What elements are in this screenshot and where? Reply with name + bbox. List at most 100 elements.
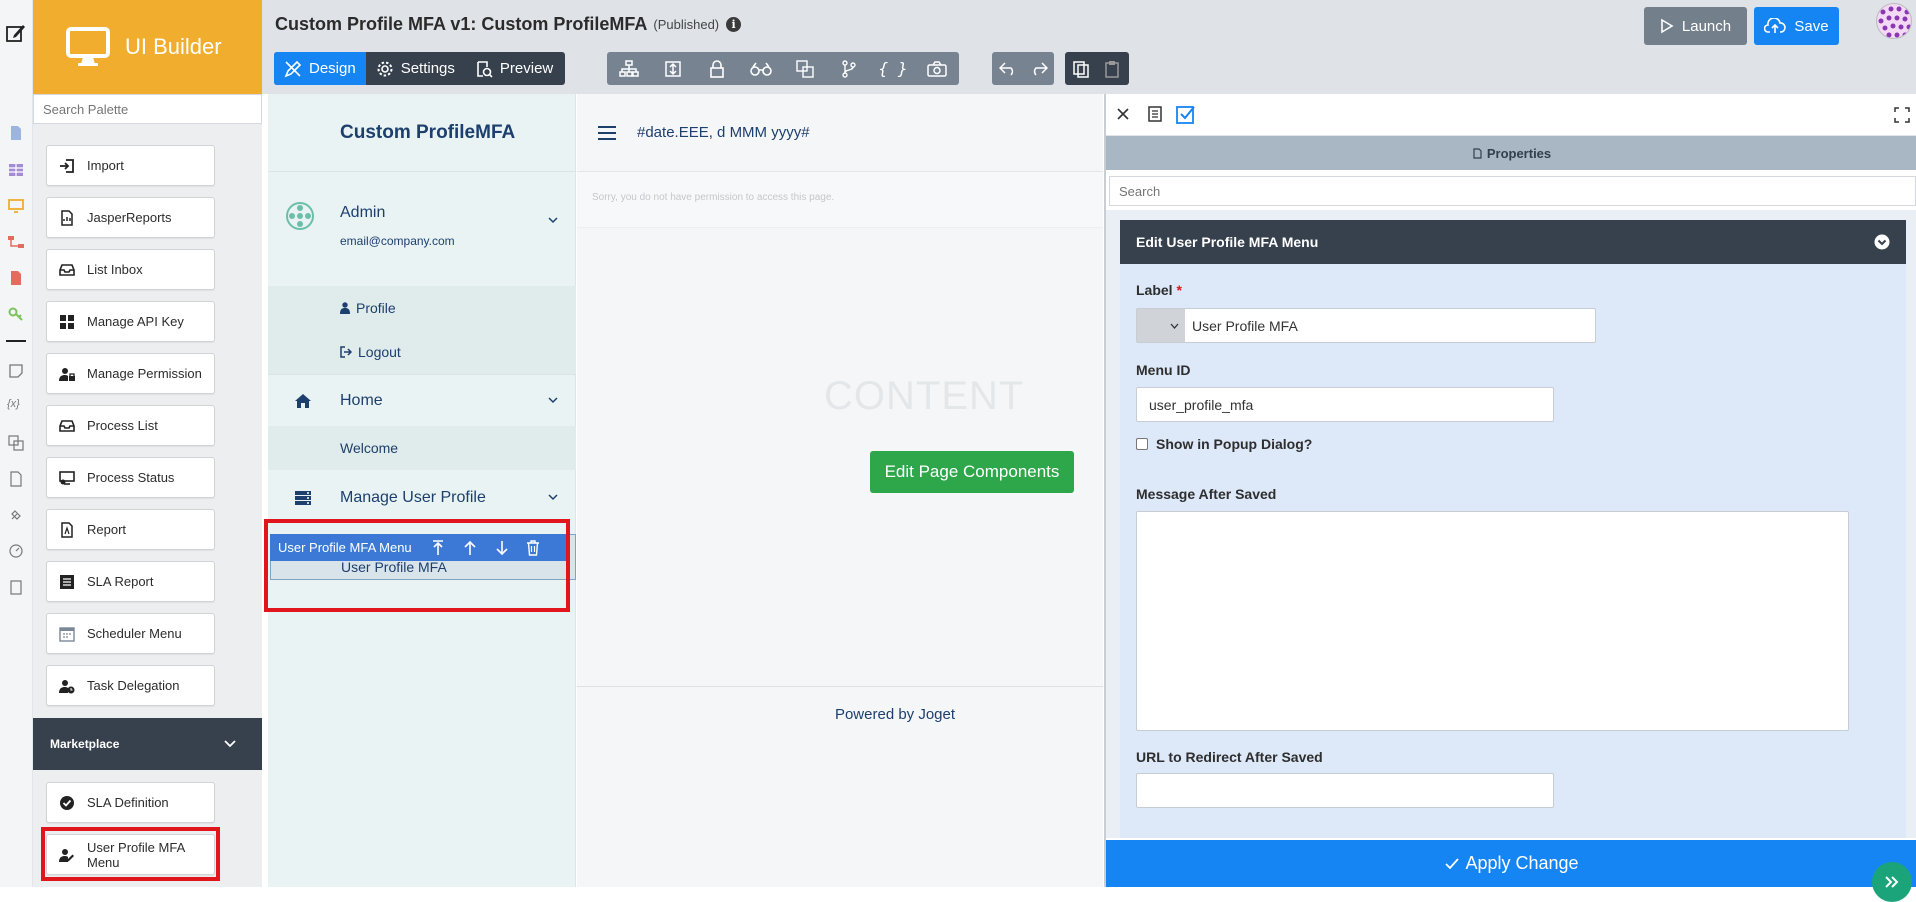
property-page-title: Edit User Profile MFA Menu bbox=[1136, 234, 1319, 250]
footer-divider bbox=[577, 686, 1103, 687]
menu-item-welcome[interactable]: Welcome bbox=[268, 426, 576, 470]
palette-item-label: Manage API Key bbox=[87, 314, 184, 329]
variable-icon[interactable]: {x} bbox=[7, 398, 25, 416]
gauge-icon[interactable] bbox=[7, 542, 25, 560]
translate-icon[interactable] bbox=[7, 434, 25, 452]
palette-item-scheduler-menu[interactable]: Scheduler Menu bbox=[46, 613, 215, 654]
tab-preview[interactable]: Preview bbox=[465, 52, 565, 85]
tree-structure-icon[interactable] bbox=[607, 52, 651, 85]
menu-item-logout[interactable]: Logout bbox=[268, 330, 576, 374]
monitor-icon[interactable] bbox=[7, 197, 25, 215]
chevron-down-icon bbox=[224, 740, 236, 748]
palette-item-process-status[interactable]: Process Status bbox=[46, 457, 215, 498]
key-icon[interactable] bbox=[7, 305, 25, 323]
branch-icon[interactable] bbox=[827, 52, 871, 85]
palette-item-report[interactable]: Report bbox=[46, 509, 215, 550]
palette-item-sla-report[interactable]: SLA Report bbox=[46, 561, 215, 602]
user-email: email@company.com bbox=[340, 234, 455, 248]
palette-search-input[interactable] bbox=[33, 94, 262, 124]
userview-brand-title[interactable]: Custom ProfileMFA bbox=[268, 94, 576, 172]
note-icon[interactable] bbox=[7, 362, 25, 380]
report-file-icon bbox=[59, 209, 75, 226]
apply-change-button[interactable]: Apply Change bbox=[1106, 840, 1916, 887]
user-profile-block[interactable]: Admin email@company.com bbox=[268, 194, 576, 270]
edit-icon[interactable] bbox=[5, 22, 27, 44]
palette-item-task-delegation[interactable]: Task Delegation bbox=[46, 665, 215, 706]
chevron-down-icon bbox=[548, 493, 558, 503]
palette-section-marketplace[interactable]: Marketplace bbox=[33, 718, 262, 770]
edit-page-components-button[interactable]: Edit Page Components bbox=[870, 451, 1074, 493]
properties-body: Edit User Profile MFA Menu Label * User … bbox=[1106, 210, 1916, 838]
redirect-url-label: URL to Redirect After Saved bbox=[1136, 749, 1323, 765]
checkbox-checked-icon[interactable] bbox=[1176, 104, 1196, 124]
date-format-text: #date.EEE, d MMM yyyy# bbox=[637, 124, 810, 141]
history-toolbar bbox=[992, 52, 1054, 85]
hamburger-menu-icon[interactable] bbox=[597, 125, 617, 141]
user-icon bbox=[340, 302, 350, 314]
lock-icon[interactable] bbox=[695, 52, 739, 85]
redo-icon[interactable] bbox=[1023, 52, 1054, 85]
launch-button[interactable]: Launch bbox=[1644, 7, 1747, 45]
code-braces-icon[interactable]: { } bbox=[871, 52, 915, 85]
copy-icon[interactable] bbox=[1065, 52, 1097, 85]
palette-item-sla-definition[interactable]: SLA Definition bbox=[46, 782, 215, 823]
properties-title: Properties bbox=[1486, 145, 1552, 161]
apply-label: Apply Change bbox=[1465, 853, 1579, 873]
info-icon[interactable]: i bbox=[726, 17, 742, 32]
import-export-icon[interactable] bbox=[651, 52, 695, 85]
palette-item-list-inbox[interactable]: List Inbox bbox=[46, 249, 215, 290]
table-icon[interactable] bbox=[7, 161, 25, 179]
chevron-circle-down-icon[interactable] bbox=[1874, 234, 1890, 250]
menu-category-manage-user-profile[interactable]: Manage User Profile bbox=[268, 470, 576, 526]
menu-category-home[interactable]: Home bbox=[268, 374, 576, 426]
paste-icon[interactable] bbox=[1097, 52, 1129, 85]
close-icon[interactable] bbox=[1116, 107, 1130, 121]
message-after-saved-textarea[interactable] bbox=[1136, 511, 1849, 731]
popup-checkbox[interactable] bbox=[1136, 438, 1148, 450]
palette-item-manage-api-key[interactable]: Manage API Key bbox=[46, 301, 215, 342]
property-page-header[interactable]: Edit User Profile MFA Menu bbox=[1120, 220, 1906, 264]
palette-item-process-list[interactable]: Process List bbox=[46, 405, 215, 446]
document-icon[interactable] bbox=[7, 470, 25, 488]
left-icon-rail: {x} bbox=[0, 0, 33, 887]
brand-name: UI Builder bbox=[125, 34, 222, 59]
app-title: Custom Profile MFA v1: Custom ProfileMFA bbox=[275, 14, 648, 34]
tab-design[interactable]: Design bbox=[274, 52, 366, 85]
rail-divider bbox=[6, 340, 26, 342]
redirect-url-input[interactable] bbox=[1136, 773, 1554, 808]
binoculars-icon[interactable] bbox=[739, 52, 783, 85]
palette-item-label: JasperReports bbox=[87, 210, 172, 225]
plugin-icon[interactable] bbox=[7, 506, 25, 524]
field-label-text: Label bbox=[1136, 282, 1173, 298]
label-input[interactable]: User Profile MFA bbox=[1185, 318, 1298, 334]
save-button[interactable]: Save bbox=[1754, 7, 1839, 45]
tab-settings[interactable]: Settings bbox=[366, 52, 465, 85]
palette-item-label: Scheduler Menu bbox=[87, 626, 182, 641]
gear-icon bbox=[376, 60, 401, 78]
display-status-icon bbox=[59, 470, 75, 486]
palette-item-jasperreports[interactable]: JasperReports bbox=[46, 197, 215, 238]
translate-icon[interactable] bbox=[783, 52, 827, 85]
clipboard-icon[interactable] bbox=[7, 578, 25, 596]
publish-status: (Published) bbox=[653, 17, 720, 32]
process-flow-icon[interactable] bbox=[7, 233, 25, 251]
file-icon[interactable] bbox=[7, 124, 25, 142]
inbox-icon bbox=[59, 418, 75, 434]
pdf-icon[interactable] bbox=[7, 269, 25, 287]
pencil-ruler-icon bbox=[284, 60, 309, 78]
menu-id-input[interactable]: user_profile_mfa bbox=[1136, 387, 1554, 422]
properties-toolbar bbox=[1106, 94, 1916, 136]
palette-item-import[interactable]: Import bbox=[46, 145, 215, 186]
properties-search-input[interactable] bbox=[1109, 176, 1916, 206]
palette-item-manage-permission[interactable]: Manage Permission bbox=[46, 353, 215, 394]
form-view-icon[interactable] bbox=[1148, 106, 1162, 122]
expand-fab[interactable] bbox=[1872, 862, 1912, 902]
expand-icon[interactable] bbox=[1894, 107, 1910, 123]
avatar[interactable] bbox=[1876, 3, 1912, 39]
page-title: Custom Profile MFA v1: Custom ProfileMFA… bbox=[275, 14, 742, 35]
icon-picker-dropdown[interactable] bbox=[1137, 309, 1185, 342]
undo-icon[interactable] bbox=[992, 52, 1023, 85]
popup-option: Show in Popup Dialog? bbox=[1136, 436, 1312, 452]
menu-item-profile[interactable]: Profile bbox=[268, 286, 576, 330]
camera-icon[interactable] bbox=[915, 52, 959, 85]
